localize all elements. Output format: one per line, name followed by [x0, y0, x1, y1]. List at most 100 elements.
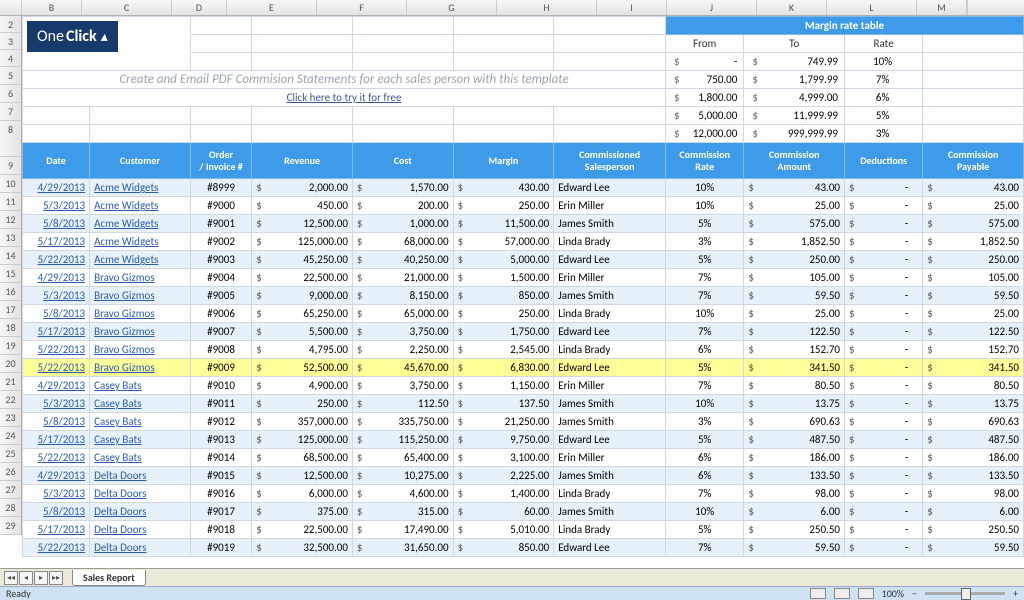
customer-cell[interactable]: Delta Doors: [90, 503, 191, 521]
margin-cell[interactable]: 2,545.00: [453, 341, 554, 359]
sheet-tab-active[interactable]: Sales Report: [72, 570, 146, 586]
deductions-cell[interactable]: -: [844, 197, 922, 215]
salesperson-cell[interactable]: Linda Brady: [554, 305, 666, 323]
rate-cell[interactable]: 10%: [666, 197, 744, 215]
date-cell[interactable]: 5/3/2013: [23, 485, 90, 503]
table-row[interactable]: 5/17/2013Casey Bats#9013125,000.00115,25…: [23, 431, 1024, 449]
invoice-cell[interactable]: #9009: [190, 359, 252, 377]
deductions-cell[interactable]: -: [844, 179, 922, 197]
rate-cell[interactable]: 5%: [666, 359, 744, 377]
customer-cell[interactable]: Casey Bats: [90, 377, 191, 395]
row-header-14[interactable]: 14: [0, 247, 21, 265]
margin-cell[interactable]: 11,500.00: [453, 215, 554, 233]
date-cell[interactable]: 5/3/2013: [23, 395, 90, 413]
blank-cell[interactable]: [23, 125, 90, 143]
row-header-12[interactable]: 12: [0, 211, 21, 229]
salesperson-cell[interactable]: James Smith: [554, 467, 666, 485]
margin-cell[interactable]: 57,000.00: [453, 233, 554, 251]
customer-cell[interactable]: Bravo Gizmos: [90, 323, 191, 341]
blank-cell[interactable]: [923, 53, 1024, 71]
mrt-from[interactable]: $5,000.00: [666, 107, 744, 125]
date-cell[interactable]: 4/29/2013: [23, 179, 90, 197]
tab-next-icon[interactable]: ▸: [34, 571, 48, 585]
cost-cell[interactable]: 200.00: [352, 197, 453, 215]
worksheet-table[interactable]: OneClick▴COMMISSIONSMargin rate tableFro…: [22, 16, 1024, 557]
mrt-from[interactable]: $12,000.00: [666, 125, 744, 143]
margin-cell[interactable]: 60.00: [453, 503, 554, 521]
row-header-20[interactable]: 20: [0, 355, 21, 373]
payable-cell[interactable]: 690.63: [923, 413, 1024, 431]
commission-amount-cell[interactable]: 575.00: [744, 215, 845, 233]
table-row[interactable]: 5/22/2013Casey Bats#901468,500.0065,400.…: [23, 449, 1024, 467]
commission-amount-cell[interactable]: 80.50: [744, 377, 845, 395]
cost-cell[interactable]: 68,000.00: [352, 233, 453, 251]
table-row[interactable]: 5/17/2013Acme Widgets#9002125,000.0068,0…: [23, 233, 1024, 251]
rate-cell[interactable]: 5%: [666, 431, 744, 449]
deductions-cell[interactable]: -: [844, 503, 922, 521]
customer-cell[interactable]: Acme Widgets: [90, 215, 191, 233]
cost-cell[interactable]: 4,600.00: [352, 485, 453, 503]
commission-amount-cell[interactable]: 250.00: [744, 251, 845, 269]
data-header-commission-rate[interactable]: CommissionRate: [666, 143, 744, 179]
invoice-cell[interactable]: #9012: [190, 413, 252, 431]
invoice-cell[interactable]: #9000: [190, 197, 252, 215]
rate-cell[interactable]: 10%: [666, 395, 744, 413]
deductions-cell[interactable]: -: [844, 215, 922, 233]
commission-amount-cell[interactable]: 59.50: [744, 287, 845, 305]
table-row[interactable]: 4/29/2013Casey Bats#90104,900.003,750.00…: [23, 377, 1024, 395]
revenue-cell[interactable]: 375.00: [252, 503, 353, 521]
commission-amount-cell[interactable]: 250.50: [744, 521, 845, 539]
row-header-9[interactable]: 9: [0, 157, 21, 175]
date-cell[interactable]: 5/17/2013: [23, 233, 90, 251]
table-row[interactable]: 5/22/2013Bravo Gizmos#90084,795.002,250.…: [23, 341, 1024, 359]
date-cell[interactable]: 5/8/2013: [23, 215, 90, 233]
rate-cell[interactable]: 5%: [666, 521, 744, 539]
blank-cell[interactable]: [252, 107, 353, 125]
salesperson-cell[interactable]: James Smith: [554, 395, 666, 413]
page-break-view-icon[interactable]: [858, 588, 874, 599]
cost-cell[interactable]: 3,750.00: [352, 323, 453, 341]
deductions-cell[interactable]: -: [844, 485, 922, 503]
blank-cell[interactable]: [190, 17, 252, 35]
table-row[interactable]: 5/3/2013Bravo Gizmos#90059,000.008,150.0…: [23, 287, 1024, 305]
row-header-24[interactable]: 24: [0, 427, 21, 445]
blank-cell[interactable]: [453, 53, 554, 71]
commission-amount-cell[interactable]: 186.00: [744, 449, 845, 467]
salesperson-cell[interactable]: Edward Lee: [554, 431, 666, 449]
col-header-F[interactable]: F: [317, 0, 407, 15]
row-header-2[interactable]: 2: [0, 16, 21, 33]
table-row[interactable]: 5/22/2013Acme Widgets#900345,250.0040,25…: [23, 251, 1024, 269]
revenue-cell[interactable]: 5,500.00: [252, 323, 353, 341]
cost-cell[interactable]: 2,250.00: [352, 341, 453, 359]
blank-cell[interactable]: [352, 125, 453, 143]
mrt-to[interactable]: $4,999.00: [744, 89, 845, 107]
blank-cell[interactable]: [252, 17, 353, 35]
cost-cell[interactable]: 3,750.00: [352, 377, 453, 395]
payable-cell[interactable]: 6.00: [923, 503, 1024, 521]
rate-cell[interactable]: 6%: [666, 449, 744, 467]
rate-cell[interactable]: 6%: [666, 341, 744, 359]
payable-cell[interactable]: 133.50: [923, 467, 1024, 485]
zoom-level[interactable]: 100%: [882, 587, 904, 600]
cost-cell[interactable]: 315.00: [352, 503, 453, 521]
row-header-11[interactable]: 11: [0, 193, 21, 211]
date-cell[interactable]: 5/17/2013: [23, 431, 90, 449]
row-header-19[interactable]: 19: [0, 337, 21, 355]
date-cell[interactable]: 5/22/2013: [23, 359, 90, 377]
payable-cell[interactable]: 13.75: [923, 395, 1024, 413]
blank-cell[interactable]: [352, 107, 453, 125]
rate-cell[interactable]: 6%: [666, 467, 744, 485]
payable-cell[interactable]: 25.00: [923, 197, 1024, 215]
revenue-cell[interactable]: 68,500.00: [252, 449, 353, 467]
mrt-from[interactable]: $1,800.00: [666, 89, 744, 107]
salesperson-cell[interactable]: James Smith: [554, 287, 666, 305]
col-header-H[interactable]: H: [497, 0, 597, 15]
margin-cell[interactable]: 250.00: [453, 197, 554, 215]
deductions-cell[interactable]: -: [844, 521, 922, 539]
data-header-margin[interactable]: Margin: [453, 143, 554, 179]
date-cell[interactable]: 5/3/2013: [23, 287, 90, 305]
customer-cell[interactable]: Bravo Gizmos: [90, 287, 191, 305]
table-row[interactable]: 5/8/2013Bravo Gizmos#900665,250.0065,000…: [23, 305, 1024, 323]
mrt-to[interactable]: $999,999.99: [744, 125, 845, 143]
commission-amount-cell[interactable]: 59.50: [744, 539, 845, 557]
